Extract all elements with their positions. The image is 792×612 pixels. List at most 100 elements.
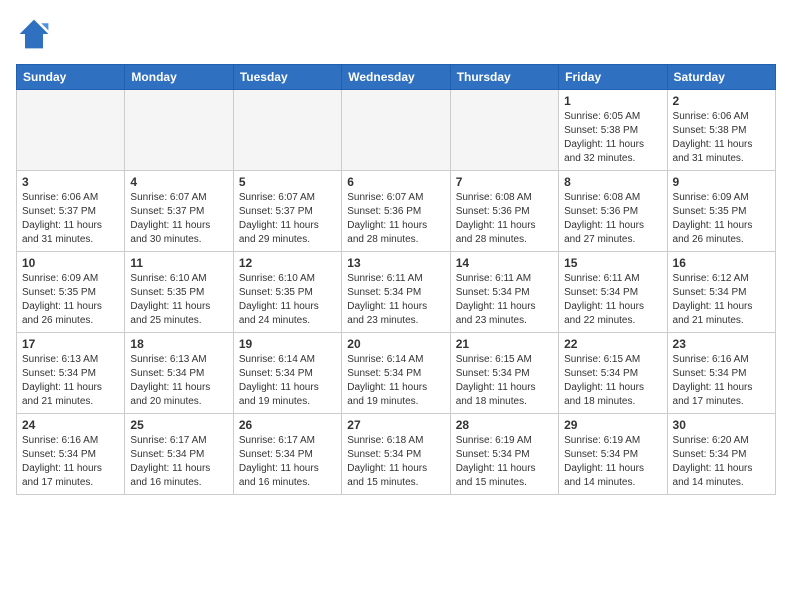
day-cell: 13 Sunrise: 6:11 AMSunset: 5:34 PMDayligh…	[342, 252, 450, 333]
day-number: 14	[456, 256, 553, 270]
weekday-header-monday: Monday	[125, 65, 233, 90]
day-cell: 9 Sunrise: 6:09 AMSunset: 5:35 PMDaylight…	[667, 171, 775, 252]
day-number: 18	[130, 337, 227, 351]
day-info: Sunrise: 6:07 AMSunset: 5:36 PMDaylight:…	[347, 191, 444, 247]
page-header	[16, 16, 776, 52]
week-row-1: 1 Sunrise: 6:05 AMSunset: 5:38 PMDaylight…	[17, 90, 776, 171]
day-number: 10	[22, 256, 119, 270]
day-number: 21	[456, 337, 553, 351]
day-cell: 21 Sunrise: 6:15 AMSunset: 5:34 PMDayligh…	[450, 333, 558, 414]
week-row-3: 10 Sunrise: 6:09 AMSunset: 5:35 PMDayligh…	[17, 252, 776, 333]
day-info: Sunrise: 6:11 AMSunset: 5:34 PMDaylight:…	[564, 272, 661, 328]
day-number: 7	[456, 175, 553, 189]
day-cell: 22 Sunrise: 6:15 AMSunset: 5:34 PMDayligh…	[559, 333, 667, 414]
day-info: Sunrise: 6:13 AMSunset: 5:34 PMDaylight:…	[22, 353, 119, 409]
day-info: Sunrise: 6:07 AMSunset: 5:37 PMDaylight:…	[239, 191, 336, 247]
calendar-table: SundayMondayTuesdayWednesdayThursdayFrid…	[16, 64, 776, 495]
day-cell: 27 Sunrise: 6:18 AMSunset: 5:34 PMDayligh…	[342, 414, 450, 495]
day-info: Sunrise: 6:15 AMSunset: 5:34 PMDaylight:…	[564, 353, 661, 409]
day-info: Sunrise: 6:11 AMSunset: 5:34 PMDaylight:…	[456, 272, 553, 328]
day-number: 2	[673, 94, 770, 108]
day-cell	[17, 90, 125, 171]
day-number: 5	[239, 175, 336, 189]
day-info: Sunrise: 6:11 AMSunset: 5:34 PMDaylight:…	[347, 272, 444, 328]
day-number: 25	[130, 418, 227, 432]
day-info: Sunrise: 6:09 AMSunset: 5:35 PMDaylight:…	[22, 272, 119, 328]
day-number: 11	[130, 256, 227, 270]
day-info: Sunrise: 6:09 AMSunset: 5:35 PMDaylight:…	[673, 191, 770, 247]
day-cell: 7 Sunrise: 6:08 AMSunset: 5:36 PMDaylight…	[450, 171, 558, 252]
day-number: 28	[456, 418, 553, 432]
day-cell: 8Sunrise: 6:08 AMSunset: 5:36 PMDaylight…	[559, 171, 667, 252]
day-cell: 2 Sunrise: 6:06 AMSunset: 5:38 PMDaylight…	[667, 90, 775, 171]
day-cell: 29 Sunrise: 6:19 AMSunset: 5:34 PMDayligh…	[559, 414, 667, 495]
day-number: 1	[564, 94, 661, 108]
day-number: 22	[564, 337, 661, 351]
day-number: 30	[673, 418, 770, 432]
week-row-2: 3Sunrise: 6:06 AMSunset: 5:37 PMDaylight…	[17, 171, 776, 252]
logo	[16, 16, 56, 52]
day-cell: 25 Sunrise: 6:17 AMSunset: 5:34 PMDayligh…	[125, 414, 233, 495]
day-cell: 17 Sunrise: 6:13 AMSunset: 5:34 PMDayligh…	[17, 333, 125, 414]
day-info: Sunrise: 6:19 AMSunset: 5:34 PMDaylight:…	[564, 434, 661, 490]
day-number: 12	[239, 256, 336, 270]
weekday-header-row: SundayMondayTuesdayWednesdayThursdayFrid…	[17, 65, 776, 90]
day-cell: 30 Sunrise: 6:20 AMSunset: 5:34 PMDayligh…	[667, 414, 775, 495]
day-cell: 6 Sunrise: 6:07 AMSunset: 5:36 PMDaylight…	[342, 171, 450, 252]
day-cell: 18 Sunrise: 6:13 AMSunset: 5:34 PMDayligh…	[125, 333, 233, 414]
day-info: Sunrise: 6:06 AMSunset: 5:38 PMDaylight:…	[673, 110, 770, 166]
day-number: 20	[347, 337, 444, 351]
day-cell	[233, 90, 341, 171]
weekday-header-thursday: Thursday	[450, 65, 558, 90]
day-cell: 15 Sunrise: 6:11 AMSunset: 5:34 PMDayligh…	[559, 252, 667, 333]
day-info: Sunrise: 6:20 AMSunset: 5:34 PMDaylight:…	[673, 434, 770, 490]
day-info: Sunrise: 6:19 AMSunset: 5:34 PMDaylight:…	[456, 434, 553, 490]
day-cell: 4 Sunrise: 6:07 AMSunset: 5:37 PMDaylight…	[125, 171, 233, 252]
day-cell: 28 Sunrise: 6:19 AMSunset: 5:34 PMDayligh…	[450, 414, 558, 495]
day-info: Sunrise: 6:05 AMSunset: 5:38 PMDaylight:…	[564, 110, 661, 166]
day-info: Sunrise: 6:06 AMSunset: 5:37 PMDaylight:…	[22, 191, 119, 247]
day-info: Sunrise: 6:08 AMSunset: 5:36 PMDaylight:…	[564, 191, 661, 247]
day-cell: 12 Sunrise: 6:10 AMSunset: 5:35 PMDayligh…	[233, 252, 341, 333]
day-number: 13	[347, 256, 444, 270]
day-info: Sunrise: 6:17 AMSunset: 5:34 PMDaylight:…	[239, 434, 336, 490]
day-cell: 5 Sunrise: 6:07 AMSunset: 5:37 PMDaylight…	[233, 171, 341, 252]
day-cell: 19 Sunrise: 6:14 AMSunset: 5:34 PMDayligh…	[233, 333, 341, 414]
weekday-header-wednesday: Wednesday	[342, 65, 450, 90]
day-info: Sunrise: 6:08 AMSunset: 5:36 PMDaylight:…	[456, 191, 553, 247]
day-number: 4	[130, 175, 227, 189]
weekday-header-sunday: Sunday	[17, 65, 125, 90]
day-info: Sunrise: 6:13 AMSunset: 5:34 PMDaylight:…	[130, 353, 227, 409]
day-cell: 20 Sunrise: 6:14 AMSunset: 5:34 PMDayligh…	[342, 333, 450, 414]
day-number: 15	[564, 256, 661, 270]
day-number: 16	[673, 256, 770, 270]
day-cell: 1 Sunrise: 6:05 AMSunset: 5:38 PMDaylight…	[559, 90, 667, 171]
day-info: Sunrise: 6:18 AMSunset: 5:34 PMDaylight:…	[347, 434, 444, 490]
day-cell: 3Sunrise: 6:06 AMSunset: 5:37 PMDaylight…	[17, 171, 125, 252]
day-info: Sunrise: 6:07 AMSunset: 5:37 PMDaylight:…	[130, 191, 227, 247]
day-info: Sunrise: 6:14 AMSunset: 5:34 PMDaylight:…	[347, 353, 444, 409]
weekday-header-saturday: Saturday	[667, 65, 775, 90]
day-info: Sunrise: 6:17 AMSunset: 5:34 PMDaylight:…	[130, 434, 227, 490]
day-number: 6	[347, 175, 444, 189]
day-cell: 24Sunrise: 6:16 AMSunset: 5:34 PMDayligh…	[17, 414, 125, 495]
day-number: 26	[239, 418, 336, 432]
day-cell	[125, 90, 233, 171]
day-number: 23	[673, 337, 770, 351]
day-info: Sunrise: 6:10 AMSunset: 5:35 PMDaylight:…	[239, 272, 336, 328]
day-info: Sunrise: 6:14 AMSunset: 5:34 PMDaylight:…	[239, 353, 336, 409]
day-cell: 26 Sunrise: 6:17 AMSunset: 5:34 PMDayligh…	[233, 414, 341, 495]
day-number: 9	[673, 175, 770, 189]
day-info: Sunrise: 6:16 AMSunset: 5:34 PMDaylight:…	[22, 434, 119, 490]
day-info: Sunrise: 6:15 AMSunset: 5:34 PMDaylight:…	[456, 353, 553, 409]
day-cell	[450, 90, 558, 171]
day-number: 29	[564, 418, 661, 432]
logo-icon	[16, 16, 52, 52]
day-number: 27	[347, 418, 444, 432]
week-row-4: 17 Sunrise: 6:13 AMSunset: 5:34 PMDayligh…	[17, 333, 776, 414]
day-number: 17	[22, 337, 119, 351]
day-info: Sunrise: 6:10 AMSunset: 5:35 PMDaylight:…	[130, 272, 227, 328]
weekday-header-friday: Friday	[559, 65, 667, 90]
day-number: 19	[239, 337, 336, 351]
day-cell: 11 Sunrise: 6:10 AMSunset: 5:35 PMDayligh…	[125, 252, 233, 333]
